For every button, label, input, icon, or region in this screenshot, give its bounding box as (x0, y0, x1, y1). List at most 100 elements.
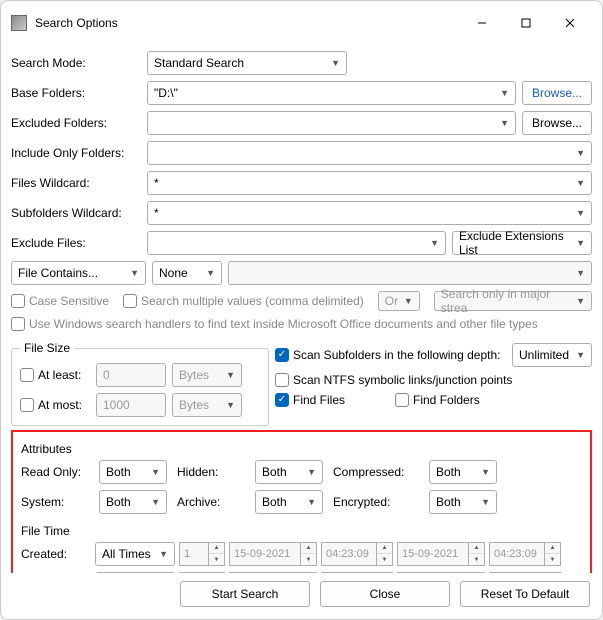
checkbox-icon (275, 373, 289, 387)
readonly-combo[interactable]: Both▼ (99, 460, 167, 484)
scan-subfolders-check[interactable]: Scan Subfolders in the following depth: (275, 348, 500, 362)
spin-up-icon: ▲ (377, 543, 392, 554)
chevron-down-icon: ▼ (576, 350, 585, 360)
excluded-folders-combo[interactable]: ▼ (147, 111, 516, 135)
scan-depth-combo[interactable]: Unlimited▼ (512, 343, 592, 367)
case-sensitive-check[interactable]: Case Sensitive (11, 294, 109, 308)
base-folders-combo[interactable]: "D:\"▼ (147, 81, 516, 105)
chevron-down-icon: ▼ (226, 400, 235, 410)
at-least-value[interactable]: 0 (96, 363, 166, 387)
chevron-down-icon: ▼ (500, 88, 509, 98)
at-least-check[interactable]: At least: (20, 368, 90, 382)
include-only-label: Include Only Folders: (11, 146, 141, 160)
start-search-button[interactable]: Start Search (180, 581, 310, 607)
checkbox-icon (20, 368, 34, 382)
multi-op-combo[interactable]: Or▼ (378, 291, 420, 311)
reset-default-button[interactable]: Reset To Default (460, 581, 590, 607)
created-from-date[interactable]: 15-09-2021 (229, 542, 301, 566)
chevron-down-icon: ▼ (226, 370, 235, 380)
checkbox-checked-icon (275, 348, 289, 362)
created-spin[interactable]: ▲▼ (209, 542, 225, 566)
file-time-group: File Time Created:All Times▼1▲▼15-09-202… (17, 520, 586, 573)
system-combo[interactable]: Both▼ (99, 490, 167, 514)
search-options-window: Search Options Search Mode: Standard Sea… (0, 0, 603, 620)
search-mode-combo[interactable]: Standard Search▼ (147, 51, 347, 75)
files-wildcard-label: Files Wildcard: (11, 176, 141, 190)
include-only-combo[interactable]: ▼ (147, 141, 592, 165)
created-to-date-spin[interactable]: ▲▼ (469, 542, 485, 566)
created-from-time-spin[interactable]: ▲▼ (377, 542, 393, 566)
spin-down-icon: ▼ (469, 554, 484, 565)
chevron-down-icon: ▼ (576, 268, 585, 278)
at-most-value[interactable]: 1000 (96, 393, 166, 417)
chevron-down-icon: ▼ (430, 238, 439, 248)
use-win-handlers-check[interactable]: Use Windows search handlers to find text… (11, 317, 538, 331)
created-to-time-spin[interactable]: ▲▼ (545, 542, 561, 566)
at-most-unit[interactable]: Bytes▼ (172, 393, 242, 417)
created-to-time[interactable]: 04:23:09 (489, 542, 545, 566)
at-most-check[interactable]: At most: (20, 398, 90, 412)
browse-base-button[interactable]: Browse... (522, 81, 592, 105)
chevron-down-icon: ▼ (576, 238, 585, 248)
excluded-folders-label: Excluded Folders: (11, 116, 141, 130)
spin-up-icon: ▲ (469, 543, 484, 554)
attributes-legend: Attributes (21, 442, 582, 456)
encrypted-label: Encrypted: (333, 495, 423, 509)
spin-up-icon: ▲ (301, 543, 316, 554)
close-button[interactable] (548, 9, 592, 37)
find-files-check[interactable]: Find Files (275, 393, 345, 407)
search-multiple-check[interactable]: Search multiple values (comma delimited) (123, 294, 364, 308)
chevron-down-icon: ▼ (481, 497, 490, 507)
spin-up-icon: ▲ (209, 543, 224, 554)
archive-combo[interactable]: Both▼ (255, 490, 323, 514)
chevron-down-icon: ▼ (151, 497, 160, 507)
compressed-label: Compressed: (333, 465, 423, 479)
created-to-date[interactable]: 15-09-2021 (397, 542, 469, 566)
files-wildcard-combo[interactable]: *▼ (147, 171, 592, 195)
chevron-down-icon: ▼ (307, 467, 316, 477)
file-time-legend: File Time (21, 524, 582, 538)
chevron-down-icon: ▼ (159, 549, 168, 559)
created-from-time[interactable]: 04:23:09 (321, 542, 377, 566)
browse-excluded-button[interactable]: Browse... (522, 111, 592, 135)
compressed-combo[interactable]: Both▼ (429, 460, 497, 484)
at-least-unit[interactable]: Bytes▼ (172, 363, 242, 387)
encrypted-combo[interactable]: Both▼ (429, 490, 497, 514)
file-contains-mode-combo[interactable]: None▼ (152, 261, 222, 285)
created-mode-combo[interactable]: All Times▼ (95, 542, 175, 566)
chevron-down-icon: ▼ (576, 208, 585, 218)
chevron-down-icon: ▼ (151, 467, 160, 477)
created-from-date-spin[interactable]: ▲▼ (301, 542, 317, 566)
minimize-button[interactable] (460, 9, 504, 37)
scan-options: Scan Subfolders in the following depth: … (275, 337, 592, 426)
find-folders-check[interactable]: Find Folders (395, 393, 480, 407)
hidden-label: Hidden: (177, 465, 249, 479)
chevron-down-icon: ▼ (206, 268, 215, 278)
exclude-ext-list-combo[interactable]: Exclude Extensions List▼ (452, 231, 592, 255)
chevron-down-icon: ▼ (500, 118, 509, 128)
exclude-files-combo[interactable]: ▼ (147, 231, 446, 255)
spin-down-icon: ▼ (301, 554, 316, 565)
window-title: Search Options (35, 16, 452, 30)
titlebar: Search Options (1, 1, 602, 45)
maximize-button[interactable] (504, 9, 548, 37)
created-spin-value[interactable]: 1 (179, 542, 209, 566)
subfolders-wildcard-combo[interactable]: *▼ (147, 201, 592, 225)
close-dialog-button[interactable]: Close (320, 581, 450, 607)
file-contains-combo[interactable]: File Contains...▼ (11, 261, 146, 285)
readonly-label: Read Only: (21, 465, 93, 479)
system-label: System: (21, 495, 93, 509)
exclude-files-label: Exclude Files: (11, 236, 141, 250)
chevron-down-icon: ▼ (576, 148, 585, 158)
file-contains-value[interactable]: ▼ (228, 261, 592, 285)
hidden-combo[interactable]: Both▼ (255, 460, 323, 484)
checkbox-checked-icon (275, 393, 289, 407)
spin-down-icon: ▼ (377, 554, 392, 565)
content-area: Search Mode: Standard Search▼ Base Folde… (1, 45, 602, 573)
spin-up-icon: ▲ (545, 543, 560, 554)
search-major-combo[interactable]: Search only in major strea▼ (434, 291, 592, 311)
attributes-group: Attributes Read Only: Both▼ Hidden: Both… (17, 440, 586, 516)
scan-ntfs-check[interactable]: Scan NTFS symbolic links/junction points (275, 373, 512, 387)
created-label: Created: (21, 547, 91, 561)
checkbox-icon (20, 398, 34, 412)
